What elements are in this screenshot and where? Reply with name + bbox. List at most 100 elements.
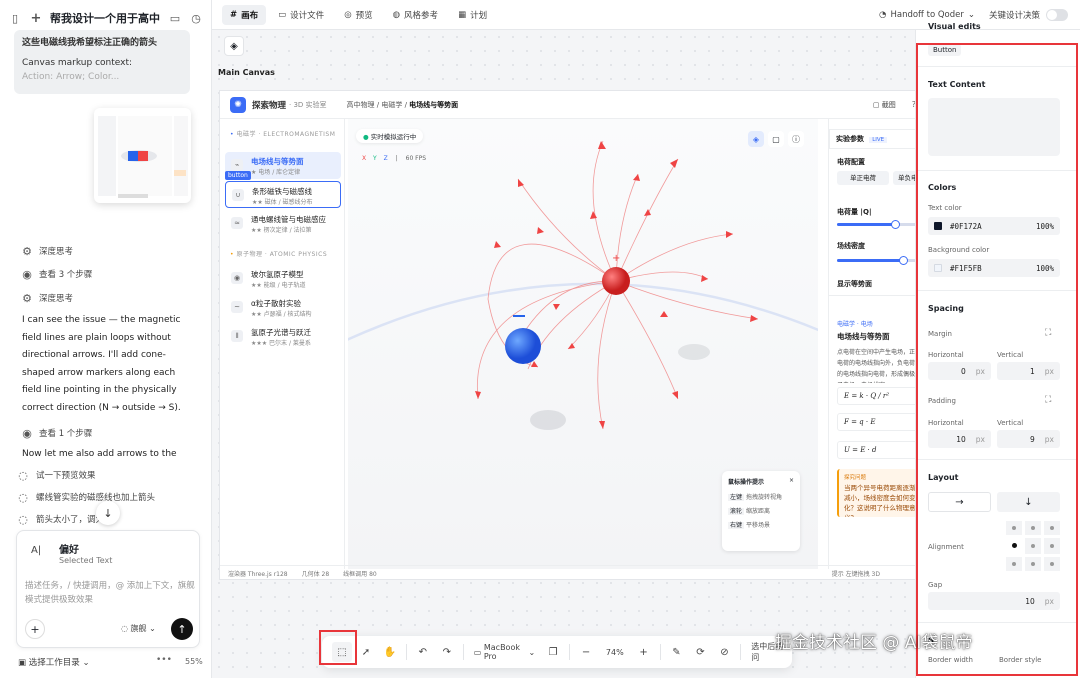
- cursor-icon: ➚: [361, 646, 371, 658]
- hand-tool-button[interactable]: ✋: [380, 642, 400, 662]
- layout-title: Layout: [928, 473, 959, 482]
- margin-h-input[interactable]: 0 px: [928, 362, 991, 380]
- thinking-row-1[interactable]: ⚙ 深度思考: [20, 244, 73, 258]
- suggestion-2[interactable]: ◌ 螺线管实验的磁感线也加上箭头: [16, 490, 155, 504]
- margin-h-label: Horizontal: [928, 351, 964, 359]
- text-color-swatch: [934, 222, 942, 230]
- composer: A| 偏好 Selected Text 描述任务，/ 快捷调用，@ 添加上下文，…: [16, 530, 200, 648]
- disable-button[interactable]: ⊘: [714, 642, 734, 662]
- zoom-in-button[interactable]: +: [634, 642, 654, 662]
- scroll-down-button[interactable]: ↓: [96, 501, 120, 525]
- tab-plan[interactable]: ▦ 计划: [450, 5, 495, 25]
- new-chat-icon[interactable]: +: [29, 11, 43, 26]
- select-tool-button[interactable]: ⬚: [332, 642, 352, 662]
- bg-color-swatch: [934, 264, 942, 272]
- model-selector[interactable]: ◌ 旗舰 ⌄: [121, 623, 156, 634]
- folder-icon: ▣: [18, 658, 27, 668]
- line-density-slider[interactable]: [837, 256, 918, 265]
- file-icon: ▭: [278, 9, 287, 20]
- zoom-out-button[interactable]: −: [576, 642, 596, 662]
- device-selector[interactable]: ▭ MacBook Pro ⌄: [470, 642, 539, 662]
- direction-column-button[interactable]: ↓: [997, 492, 1060, 512]
- pointer-tool-button[interactable]: ➚: [356, 642, 376, 662]
- undo-button[interactable]: ↶: [413, 642, 433, 662]
- watermark: 掘金技术社区 @ AI袋鼠帝: [775, 633, 973, 653]
- brain-icon: ⚙: [22, 291, 32, 305]
- copy-button[interactable]: ❐: [543, 642, 563, 662]
- nav-item-spectrum[interactable]: ⦀ 氢原子光谱与跃迁 ★★★ 巴尔末 / 莱曼系: [225, 323, 341, 350]
- usage-indicator: 55%: [185, 657, 203, 666]
- thinking-row-2[interactable]: ⚙ 深度思考: [20, 291, 73, 305]
- nav-item-bar-magnet[interactable]: ∪ 条形磁铁与磁感线 ★★ 磁体 / 磁感线分布: [225, 181, 341, 208]
- single-charge-button[interactable]: 单正电荷: [837, 171, 889, 185]
- pref-title: 偏好: [59, 545, 79, 556]
- pen-tool-button[interactable]: ✎: [666, 642, 686, 662]
- alignment-grid[interactable]: [1006, 521, 1064, 571]
- gap-input[interactable]: 10 px: [928, 592, 1060, 610]
- send-button[interactable]: ↑: [171, 618, 193, 640]
- suggestion-1[interactable]: ◌ 试一下预览效果: [16, 468, 95, 482]
- thinking-label: 深度思考: [39, 294, 74, 304]
- history-icon[interactable]: ◷: [189, 11, 203, 25]
- palette-icon: ◍: [392, 9, 401, 20]
- expand-margin-icon[interactable]: ⛶: [1045, 328, 1051, 338]
- comment-icon[interactable]: ▭: [168, 11, 182, 25]
- atom-icon: ◉: [231, 272, 243, 284]
- atom-icon: ✺: [230, 96, 246, 113]
- decision-toggle[interactable]: [1046, 8, 1068, 21]
- select-box-icon: ⬚: [337, 646, 347, 658]
- handoff-button[interactable]: ◔ Handoff to Qoder ⌄: [879, 10, 975, 20]
- dots-icon[interactable]: •••: [156, 655, 172, 665]
- text-content-input[interactable]: [928, 98, 1060, 156]
- decision-toggle-label: 关键设计决策: [988, 10, 1040, 21]
- nav-item-bohr[interactable]: ◉ 玻尔氢原子模型 ★★ 能级 / 电子轨道: [225, 265, 341, 292]
- screenshot-button[interactable]: ▢ 截图: [873, 100, 896, 110]
- line-density-label: 场线密度: [837, 242, 865, 250]
- tab-preview[interactable]: ◎ 预览: [336, 5, 380, 25]
- refresh-button[interactable]: ⟳: [690, 642, 710, 662]
- nav-item-alpha[interactable]: ~ α粒子散射实验 ★★ 卢瑟福 / 核式结构: [225, 294, 341, 321]
- gap-label: Gap: [928, 581, 943, 589]
- layers-button[interactable]: ◈: [224, 36, 244, 56]
- suggestion-3[interactable]: ◌ 箭头太小了，调大: [16, 512, 104, 526]
- zoom-level[interactable]: 74%: [600, 642, 630, 662]
- workspace-selector[interactable]: ▣ 选择工作目录 ⌄: [18, 656, 90, 668]
- magnet-icon: ∪: [232, 189, 244, 201]
- expand-padding-icon[interactable]: ⛶: [1045, 395, 1051, 405]
- brand-name: 探索物理: [252, 100, 287, 111]
- 3d-scene[interactable]: ● 实时模拟运行中 X Y Z | 60 FPS ◈ ▢ ⓘ + 鼠标操作提示 …: [348, 119, 818, 569]
- design-frame[interactable]: ✺ 探索物理 · 3D 实验室 高中物理 / 电磁学 / 电场线与等势面 ▢ 截…: [219, 90, 919, 580]
- steps-row-3[interactable]: ◉ 查看 3 个步骤: [20, 267, 92, 281]
- bg-color-field[interactable]: #F1F5FB 100%: [928, 259, 1060, 277]
- minus-label: [513, 315, 525, 317]
- spacing-title: Spacing: [928, 304, 964, 313]
- preview-icon: ◎: [344, 9, 352, 20]
- steps-row-1[interactable]: ◉ 查看 1 个步骤: [20, 426, 92, 440]
- direction-row-button[interactable]: →: [928, 492, 991, 512]
- params-title-row: 实验参数 LIVE: [829, 129, 918, 149]
- redo-button[interactable]: ↷: [437, 642, 457, 662]
- block-icon: ⊘: [720, 646, 729, 658]
- assistant-message-2: Now let me also add arrows to the: [22, 449, 177, 459]
- pen-icon: ✎: [672, 646, 681, 658]
- tab-canvas[interactable]: # 画布: [222, 4, 267, 25]
- text-color-field[interactable]: #0F172A 100%: [928, 217, 1060, 235]
- padding-v-input[interactable]: 9 px: [997, 430, 1060, 448]
- arrow-up-icon: ↑: [177, 622, 187, 636]
- handoff-icon: ◔: [879, 9, 887, 20]
- show-equipotential[interactable]: 显示等势面: [837, 279, 872, 289]
- tab-design-files[interactable]: ▭ 设计文件: [270, 5, 332, 25]
- laptop-icon: ▭: [473, 647, 482, 657]
- padding-label: Padding: [928, 397, 956, 405]
- positive-charge: [602, 267, 630, 295]
- margin-v-input[interactable]: 1 px: [997, 362, 1060, 380]
- sidebar-toggle-icon[interactable]: ▯: [8, 11, 22, 25]
- close-icon[interactable]: ×: [789, 477, 794, 486]
- canvas-thumbnail[interactable]: [94, 108, 191, 203]
- chat-input[interactable]: 描述任务，/ 快捷调用，@ 添加上下文，旗舰模式提供极致效果: [25, 579, 195, 607]
- charge-q-slider[interactable]: [837, 220, 918, 229]
- tab-style-reference[interactable]: ◍ 风格参考: [385, 5, 446, 25]
- attach-button[interactable]: +: [25, 619, 45, 639]
- nav-item-solenoid[interactable]: ≈ 通电螺线管与电磁感应 ★★ 楞次定律 / 法拉第: [225, 210, 341, 237]
- padding-h-input[interactable]: 10 px: [928, 430, 991, 448]
